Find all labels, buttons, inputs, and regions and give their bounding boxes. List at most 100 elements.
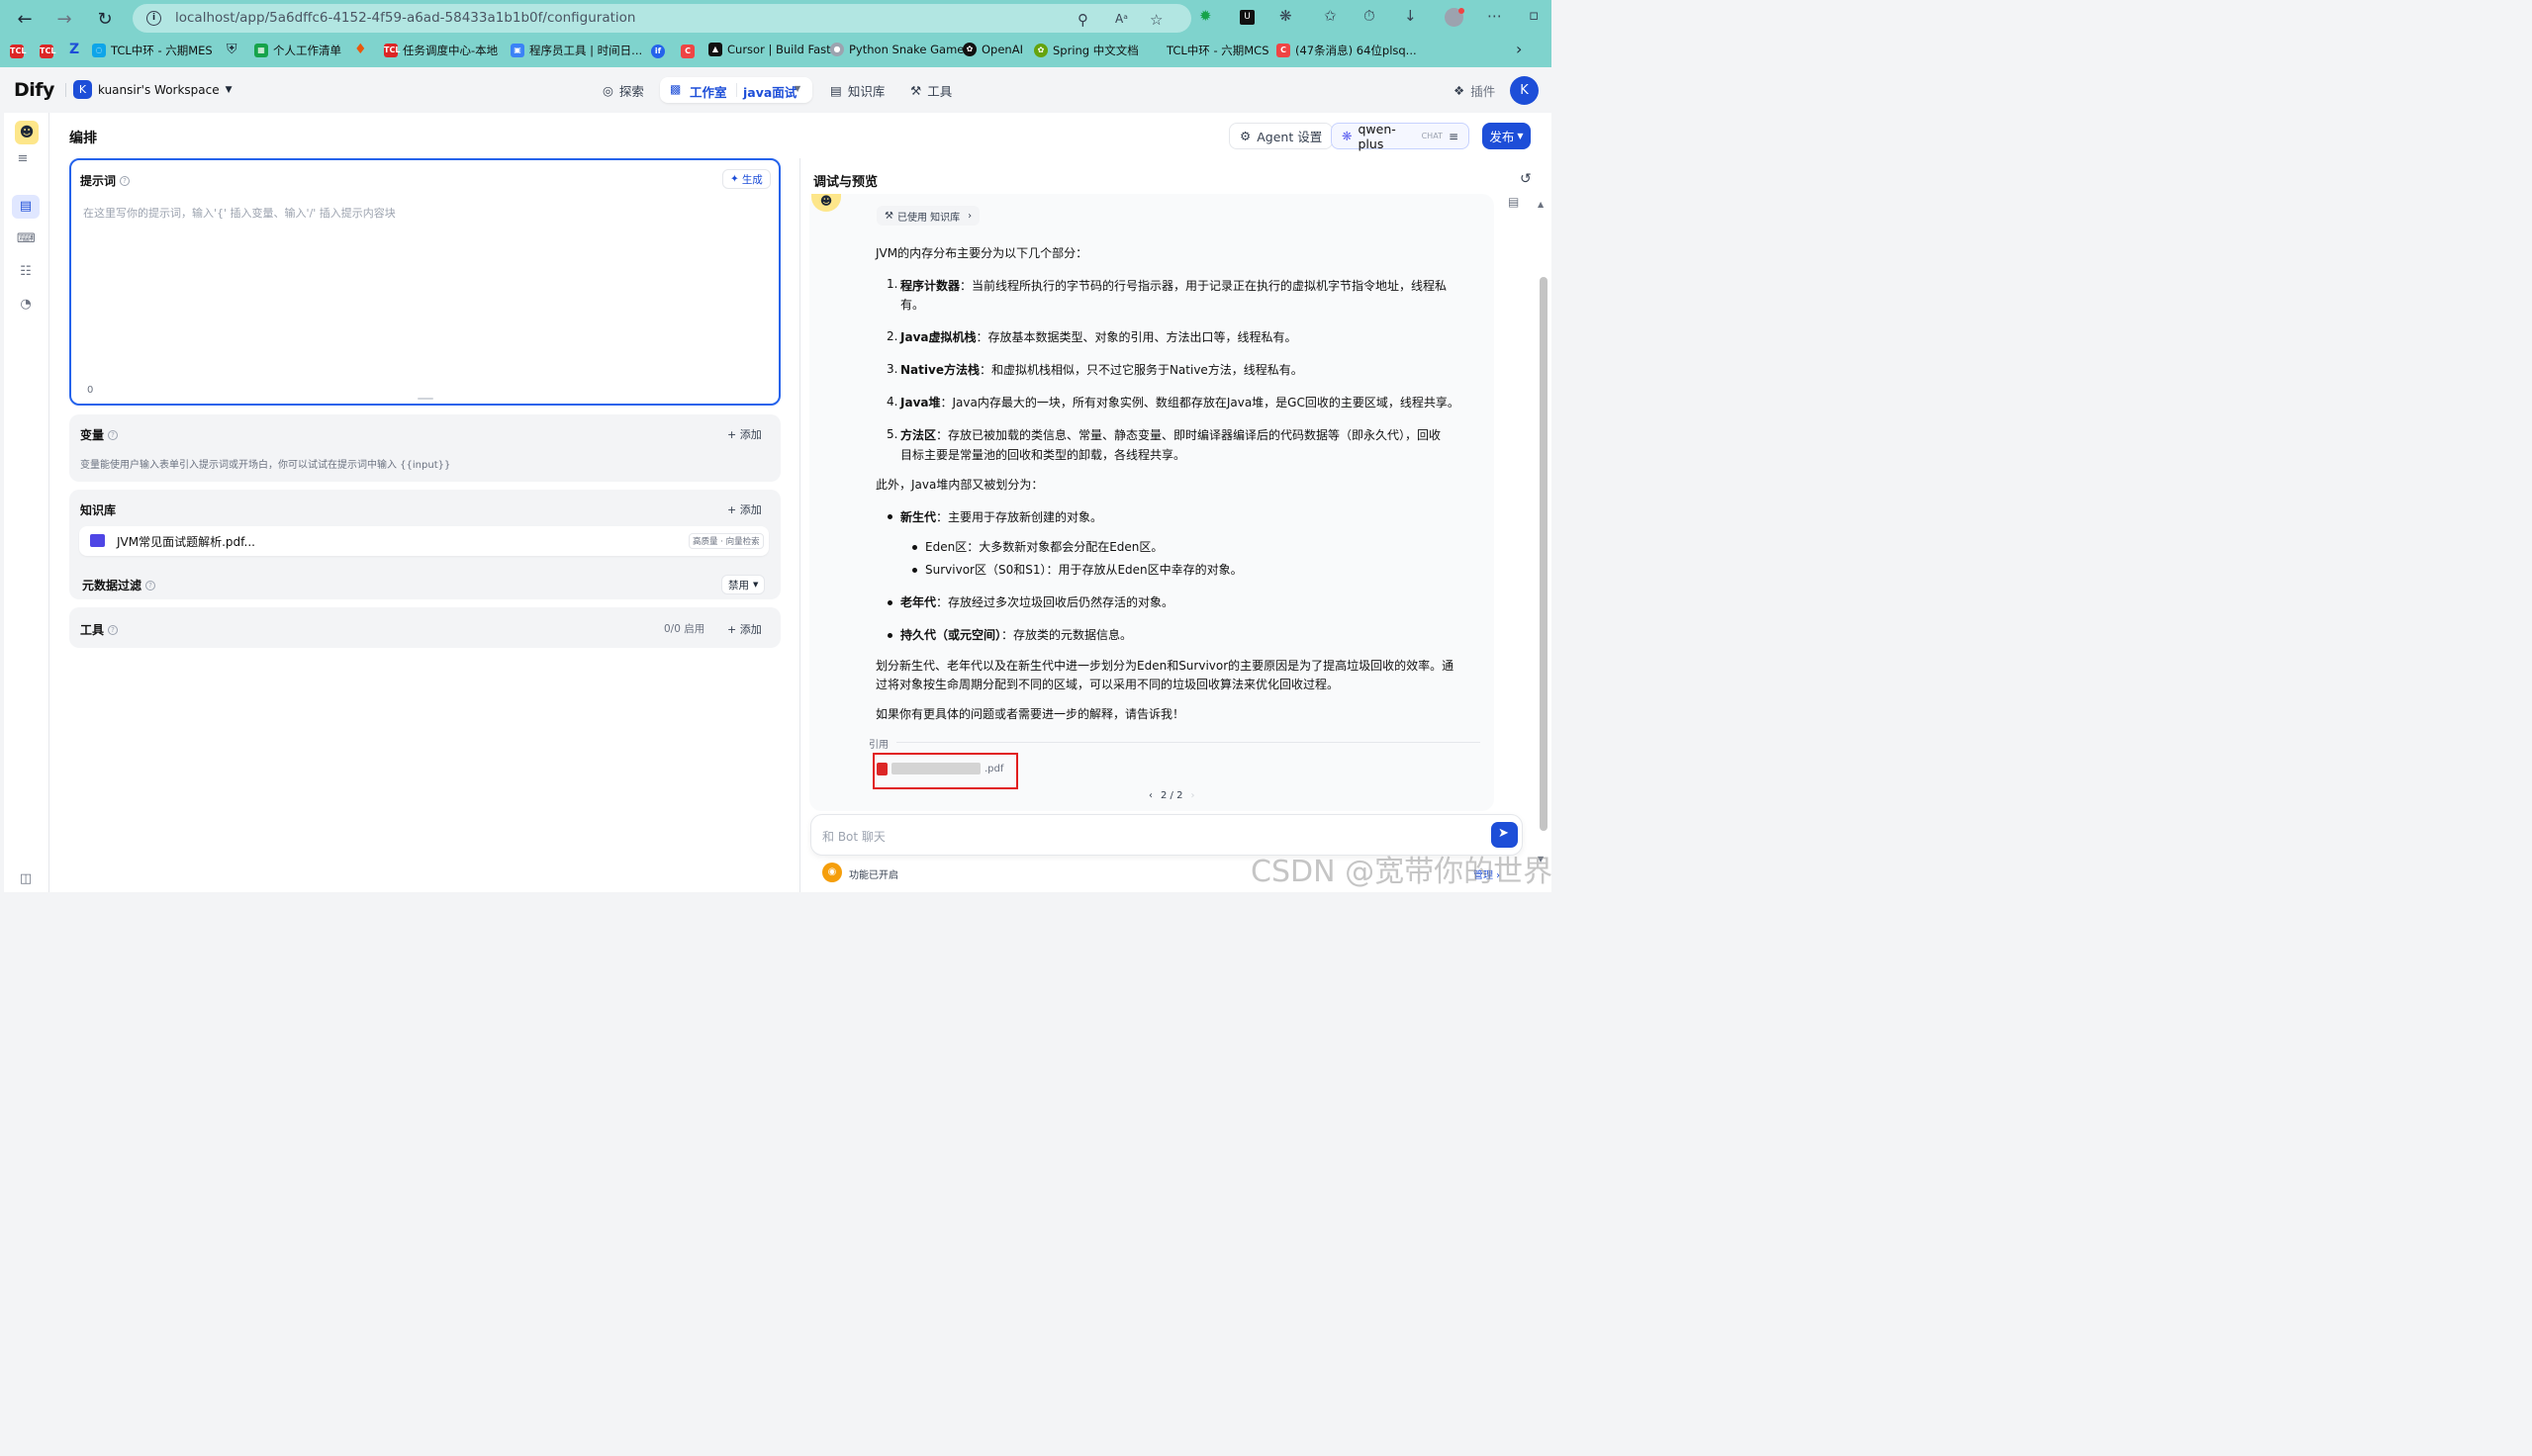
list-number: 2. bbox=[887, 329, 898, 343]
list-item-title: 程序计数器 bbox=[900, 279, 961, 293]
if-icon[interactable]: if bbox=[651, 45, 665, 58]
bullet-dot bbox=[912, 545, 917, 550]
list-item-text: ：存放类的元数据信息。 bbox=[1001, 628, 1133, 642]
nav-studio[interactable]: ▩ 工作室 java面试 ▼ bbox=[660, 77, 812, 103]
nav-knowledge[interactable]: ▤ 知识库 bbox=[830, 81, 885, 100]
nav-plugins[interactable]: ❖ 插件 bbox=[1454, 81, 1495, 100]
chevron-right-icon[interactable]: › bbox=[1516, 40, 1522, 58]
help-icon[interactable]: ? bbox=[108, 429, 119, 440]
back-icon[interactable]: ← bbox=[12, 6, 38, 32]
send-button[interactable]: ➤ bbox=[1491, 822, 1518, 848]
resize-handle[interactable] bbox=[418, 398, 433, 400]
address-bar[interactable]: i localhost/app/5a6dffc6-4152-4f59-a6ad-… bbox=[133, 4, 1191, 33]
help-icon[interactable]: ? bbox=[145, 580, 156, 591]
more-menu-icon[interactable]: ⋯ bbox=[1487, 7, 1502, 25]
bookmark-item[interactable]: ✿ Spring 中文文档 bbox=[1034, 43, 1139, 58]
robot-icon: ▩ bbox=[670, 82, 682, 96]
dify-logo[interactable]: Dify bbox=[14, 79, 54, 101]
prompt-placeholder[interactable]: 在这里写你的提示词，输入'{' 插入变量、输入'/' 插入提示内容块 bbox=[83, 205, 396, 221]
model-selector[interactable]: ❋ qwen-plus CHAT ≡ bbox=[1331, 122, 1469, 151]
sliders-icon[interactable]: ≡ bbox=[14, 150, 32, 168]
knowledge-item[interactable]: JVM常见面试题解析.pdf... 高质量 · 向量检索 bbox=[79, 526, 769, 556]
extension-gear-icon[interactable]: ✹ bbox=[1199, 7, 1212, 25]
sub-list-item: Eden区：大多数新对象都会分配在Eden区。 bbox=[925, 540, 1164, 554]
z-icon[interactable]: Z bbox=[69, 42, 79, 57]
chevron-down-icon[interactable]: ▼ bbox=[795, 84, 800, 93]
citation-item[interactable]: .pdf bbox=[877, 760, 1003, 777]
bookmark-item[interactable]: ▲ Cursor | Build Fast bbox=[708, 43, 831, 56]
tools-enabled-count: 0/0 启用 bbox=[664, 623, 705, 635]
extensions-icon[interactable]: ❋ bbox=[1279, 7, 1292, 25]
openai-icon: ✿ bbox=[963, 43, 977, 56]
bookmark-item[interactable]: . TCL中环 - 六期MCS bbox=[1148, 43, 1269, 58]
current-app-name[interactable]: java面试 bbox=[743, 82, 797, 101]
terminal-icon[interactable]: ⌨ bbox=[17, 230, 36, 248]
monitor-icon[interactable]: ◔ bbox=[17, 296, 35, 314]
select-value: 禁用 bbox=[728, 579, 749, 592]
add-knowledge-button[interactable]: + 添加 bbox=[727, 501, 762, 517]
shield-icon[interactable]: ⛨ bbox=[227, 42, 237, 57]
bookmark-item[interactable]: ▣ 程序员工具 | 时间日... bbox=[511, 43, 642, 58]
nav-tools[interactable]: ⚒ 工具 bbox=[910, 81, 952, 100]
nav-explore[interactable]: ◎ 探索 bbox=[603, 81, 644, 100]
sidebar-copilot-icon[interactable]: ▫ bbox=[1529, 6, 1539, 24]
bookmark-item[interactable]: ◌ TCL中环 - 六期MES bbox=[92, 43, 213, 58]
read-aloud-icon[interactable]: Aᵃ bbox=[1115, 12, 1128, 26]
help-icon[interactable]: ? bbox=[108, 624, 119, 635]
agent-settings-button[interactable]: ⚙ Agent 设置 bbox=[1229, 123, 1334, 149]
download-icon[interactable]: ↓ bbox=[1404, 7, 1417, 25]
metadata-filter-select[interactable]: 禁用 ▼ bbox=[721, 575, 766, 594]
extension-icon[interactable]: U bbox=[1240, 10, 1255, 25]
nav-label: 探索 bbox=[618, 84, 644, 99]
bookmark-item[interactable]: TCL 任务调度中心-本地 bbox=[384, 43, 498, 58]
publish-button[interactable]: 发布 ▼ bbox=[1482, 123, 1531, 149]
csdn-icon[interactable]: C bbox=[681, 45, 695, 58]
list-item-title: Java虚拟机栈 bbox=[900, 330, 977, 344]
pager-text: 2 / 2 bbox=[1161, 790, 1183, 801]
bookmark-item[interactable]: C (47条消息) 64位plsq... bbox=[1276, 43, 1417, 58]
bullet-dot bbox=[888, 633, 892, 638]
prompt-editor[interactable]: 提示词? ✦ 生成 在这里写你的提示词，输入'{' 插入变量、输入'/' 插入提示… bbox=[69, 158, 781, 406]
section-label: 知识库 bbox=[80, 503, 117, 517]
gitlab-icon[interactable]: ♦ bbox=[354, 42, 367, 57]
scrollbar[interactable] bbox=[1540, 277, 1547, 831]
tcl-icon[interactable]: TCL bbox=[10, 45, 26, 58]
favorite-star-icon[interactable]: ☆ bbox=[1150, 11, 1163, 29]
generate-button[interactable]: ✦ 生成 bbox=[722, 169, 771, 189]
scroll-up-icon[interactable]: ▲ bbox=[1538, 200, 1544, 209]
user-avatar[interactable]: K bbox=[1510, 76, 1539, 105]
app-icon[interactable]: ☻ bbox=[15, 121, 39, 144]
bookmark-item[interactable]: ✿ OpenAI bbox=[963, 43, 1023, 56]
bookmark-item[interactable]: ▦ 个人工作清单 bbox=[254, 43, 341, 58]
workspace-selector[interactable]: K kuansir's Workspace ▼ bbox=[73, 80, 233, 99]
site-info-icon[interactable]: i bbox=[146, 11, 161, 26]
bookmark-label: TCL中环 - 六期MCS bbox=[1167, 44, 1269, 57]
refresh-icon[interactable]: ↺ bbox=[1520, 171, 1532, 187]
add-variable-button[interactable]: + 添加 bbox=[727, 426, 762, 442]
add-tool-button[interactable]: + 添加 bbox=[727, 621, 762, 637]
list-item: Java虚拟机栈：存放基本数据类型、对象的引用、方法出口等，线程私有。 bbox=[900, 327, 1297, 347]
used-knowledge-toggle[interactable]: ⚒ 已使用 知识库 › bbox=[877, 206, 981, 226]
bookmark-label: Cursor | Build Fast bbox=[727, 43, 831, 56]
nav-label: 工作室 bbox=[690, 85, 727, 100]
tcl-icon[interactable]: TCL bbox=[40, 45, 55, 58]
bullet-dot bbox=[888, 514, 892, 519]
history-icon[interactable]: ⏱ bbox=[1363, 7, 1375, 25]
reload-icon[interactable]: ↻ bbox=[92, 6, 118, 32]
variables-section: 变量? + 添加 变量能使用户输入表单引入提示词或开场白，你可以试试在提示词中输… bbox=[69, 414, 781, 482]
debug-title: 调试与预览 bbox=[813, 175, 879, 190]
copy-icon[interactable]: ▤ bbox=[1508, 195, 1519, 209]
collapse-sidebar-icon[interactable]: ◫ bbox=[17, 870, 35, 888]
divider bbox=[736, 83, 737, 97]
zoom-icon[interactable]: ⚲ bbox=[1078, 11, 1088, 29]
chevron-left-icon[interactable]: ‹ bbox=[1149, 790, 1153, 801]
list-item-title: 老年代 bbox=[900, 595, 937, 609]
chevron-right-icon[interactable]: › bbox=[1190, 790, 1194, 801]
favorites-icon[interactable]: ✩ bbox=[1324, 7, 1337, 25]
model-params-icon[interactable]: ≡ bbox=[1449, 130, 1458, 143]
logs-icon[interactable]: ☷ bbox=[17, 263, 35, 281]
forward-icon[interactable]: → bbox=[51, 6, 77, 32]
list-item-text: ：当前线程所执行的字节码的行号指示器，用于记录正在执行的虚拟机字节指令地址，线程… bbox=[960, 279, 1448, 293]
help-icon[interactable]: ? bbox=[120, 175, 131, 186]
bookmark-item[interactable]: ● Python Snake Game bbox=[830, 43, 964, 56]
